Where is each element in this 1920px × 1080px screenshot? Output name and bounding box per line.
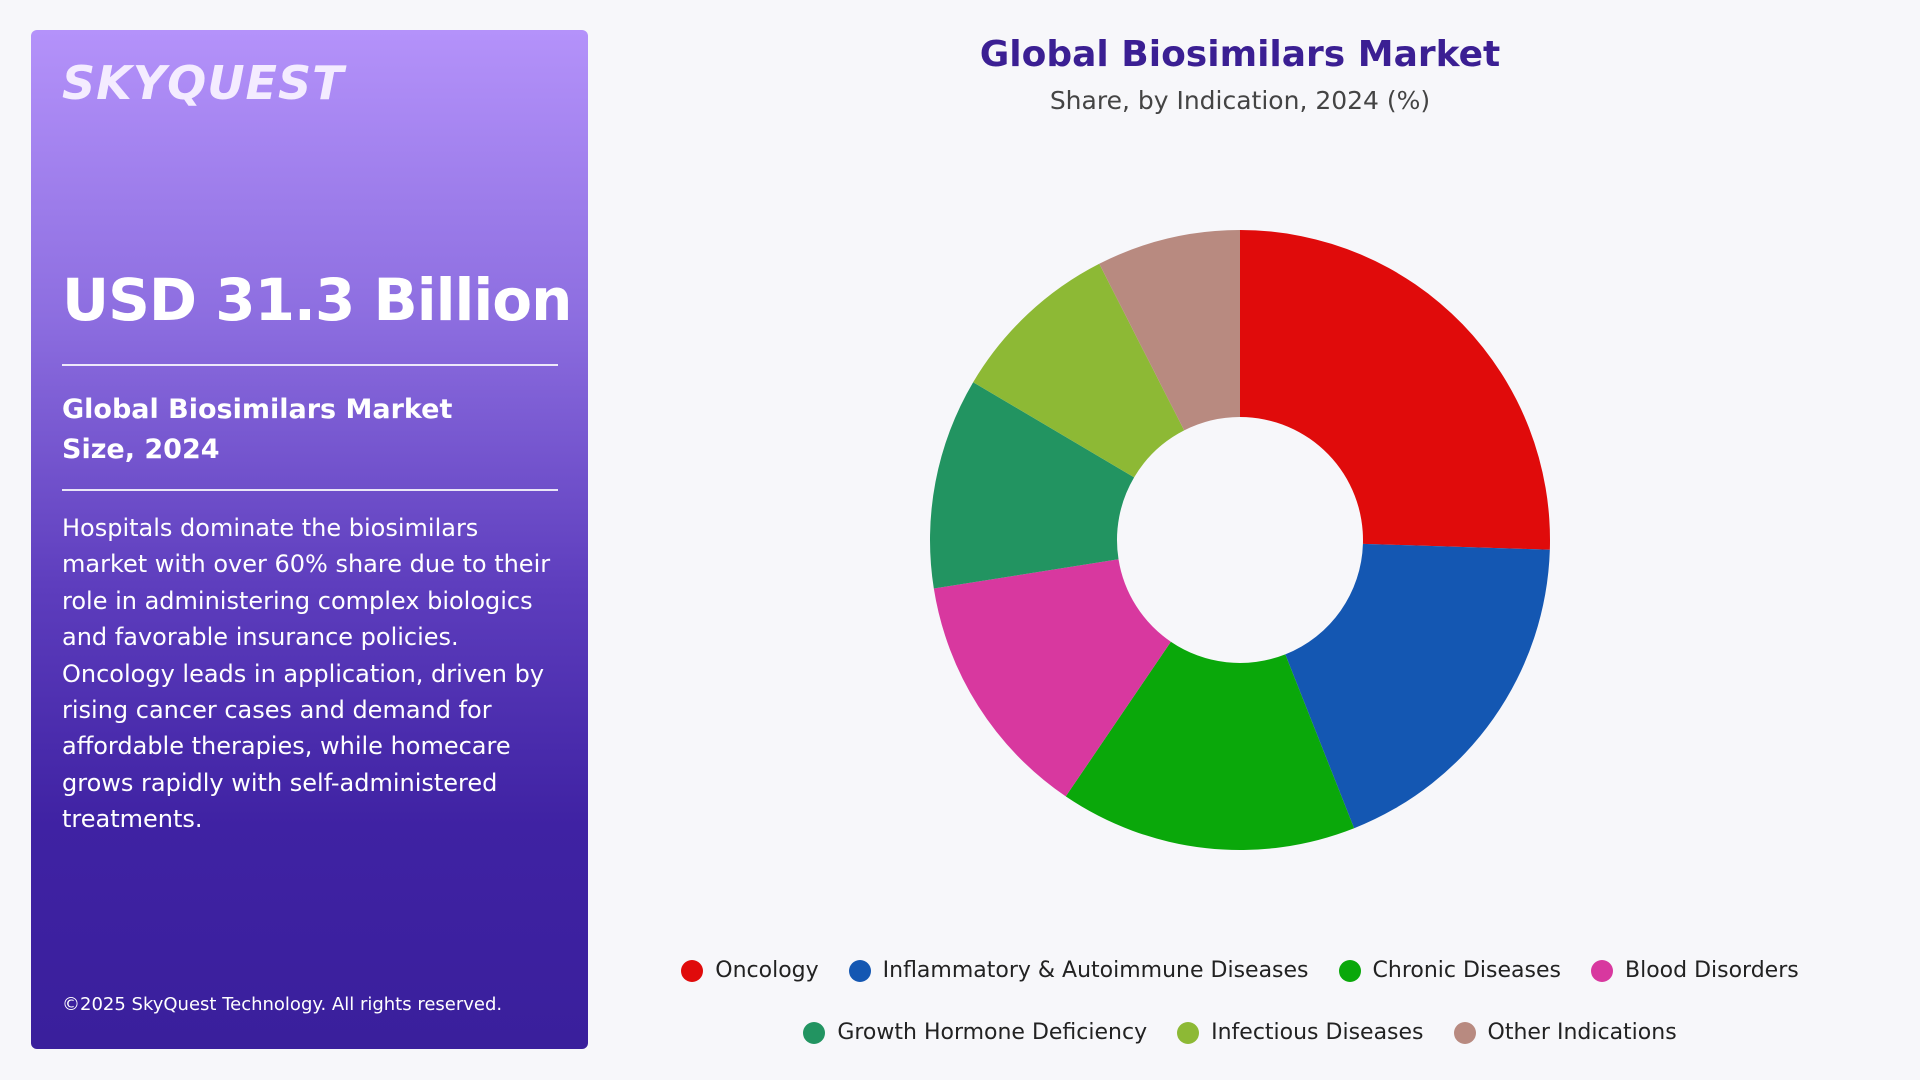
market-size-label: Global Biosimilars Market Size, 2024: [62, 394, 453, 465]
donut-slice-oncology: [1240, 230, 1550, 550]
summary-panel: SKYQUEST USD 31.3 Billion Global Biosimi…: [31, 30, 588, 1049]
chart-title: Global Biosimilars Market: [979, 34, 1501, 75]
legend-swatch: [681, 959, 704, 982]
legend-item: Growth Hormone Deficiency: [803, 1020, 1147, 1045]
legend-item: Inflammatory & Autoimmune Diseases: [848, 958, 1309, 983]
legend-item: Oncology: [681, 958, 819, 983]
market-description: Hospitals dominate the biosimilars marke…: [62, 514, 551, 834]
market-size-value: USD 31.3 Billion: [62, 266, 572, 334]
legend-item: Blood Disorders: [1590, 958, 1799, 983]
legend-label: Oncology: [715, 958, 819, 983]
legend-swatch: [1590, 959, 1613, 982]
legend-item: Infectious Diseases: [1177, 1020, 1424, 1045]
divider: [62, 364, 558, 366]
legend-label: Other Indications: [1487, 1020, 1677, 1045]
legend-swatch: [848, 959, 871, 982]
legend-item: Other Indications: [1453, 1020, 1677, 1045]
legend-label: Chronic Diseases: [1372, 958, 1561, 983]
legend-label: Growth Hormone Deficiency: [837, 1020, 1148, 1045]
legend-swatch: [1453, 1021, 1476, 1044]
legend-label: Infectious Diseases: [1211, 1020, 1424, 1045]
legend-label: Inflammatory & Autoimmune Diseases: [882, 958, 1309, 983]
legend-swatch: [803, 1021, 826, 1044]
donut-chart: [930, 230, 1550, 850]
legend-swatch: [1338, 959, 1361, 982]
legend-swatch: [1177, 1021, 1200, 1044]
chart-legend-row-2: Growth Hormone Deficiency Infectious Dise…: [620, 1020, 1860, 1045]
copyright-text: ©2025 SkyQuest Technology. All rights re…: [62, 994, 503, 1015]
chart-subtitle: Share, by Indication, 2024 (%): [1049, 86, 1431, 115]
divider: [62, 489, 558, 491]
chart-legend-row-1: Oncology Inflammatory & Autoimmune Diseas…: [620, 958, 1860, 983]
legend-item: Chronic Diseases: [1338, 958, 1561, 983]
skyquest-logo: SKYQUEST: [62, 56, 345, 110]
legend-label: Blood Disorders: [1624, 958, 1799, 983]
